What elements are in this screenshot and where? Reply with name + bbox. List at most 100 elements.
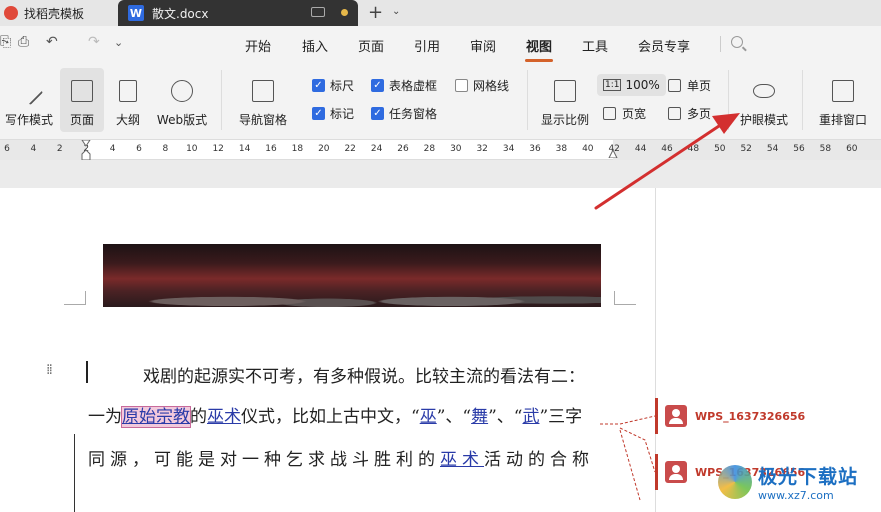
tab-document[interactable]: W 散文.docx xyxy=(118,0,358,26)
ruler-tick-label: 24 xyxy=(370,144,383,154)
checkbox-checked-icon: ✓ xyxy=(312,79,325,92)
user-avatar-icon xyxy=(665,461,687,483)
ruler-tick-label: 38 xyxy=(555,144,568,154)
paragraph-drag-handle-icon[interactable]: ⁞⁞ xyxy=(46,362,53,378)
ruler-tick-label: 40 xyxy=(582,144,594,154)
menu-insert[interactable]: 插入 xyxy=(302,36,328,55)
ruler-tick-label: 44 xyxy=(634,144,647,154)
multi-page-button[interactable]: 多页 xyxy=(668,105,711,122)
writing-mode-label: 写作模式 xyxy=(4,113,53,127)
gridlines-checkbox[interactable]: 网格线 xyxy=(455,77,509,94)
page-view-button[interactable]: 页面 xyxy=(60,68,104,132)
menu-bar: ⎘ ⎙ ↶ ↷ ⌄ 开始 插入 页面 引用 审阅 视图 工具 会员专享 xyxy=(0,26,881,62)
globe-icon xyxy=(171,80,193,102)
monitor-icon[interactable] xyxy=(311,7,325,17)
undo-icon[interactable]: ↶ xyxy=(46,34,58,50)
revision-text[interactable]: 巫术 xyxy=(440,450,484,470)
ruler-tick-label: 58 xyxy=(819,144,832,154)
text-run: 同源，可能是对一种乞求战斗胜利的 xyxy=(88,450,440,470)
task-pane-checkbox[interactable]: ✓ 任务窗格 xyxy=(371,105,437,122)
ruler-tick-label: 14 xyxy=(238,144,251,154)
writing-mode-button[interactable]: 写作模式 xyxy=(2,68,56,132)
more-chevron-icon[interactable]: ⌄ xyxy=(114,36,123,49)
search-icon[interactable] xyxy=(731,36,743,48)
menu-references[interactable]: 引用 xyxy=(414,36,440,55)
indent-marker-icon[interactable] xyxy=(81,140,91,160)
ruler-margin-left xyxy=(0,140,86,160)
redo-icon[interactable]: ↷ xyxy=(88,34,100,50)
revision-text[interactable]: 舞 xyxy=(471,407,488,427)
gridlines-label: 网格线 xyxy=(473,79,510,93)
ruler-tick-label: 6 xyxy=(136,144,142,154)
pen-icon xyxy=(14,76,44,106)
copy-icon[interactable]: ⎘ xyxy=(0,34,11,50)
menu-view[interactable]: 视图 xyxy=(526,36,552,55)
tab-bar: 找稻壳模板 W 散文.docx + ⌄ xyxy=(0,0,881,26)
text-run: 仪式，比如上古中文，“ xyxy=(241,407,420,427)
markup-label: 标记 xyxy=(330,107,355,121)
ruler-checkbox[interactable]: ✓ 标尺 xyxy=(312,77,354,94)
revision-text[interactable]: 巫术 xyxy=(207,407,241,427)
commented-text[interactable]: 原始宗教 xyxy=(121,406,191,428)
revision-text[interactable]: 武 xyxy=(522,407,539,427)
single-page-button[interactable]: 单页 xyxy=(668,77,711,94)
revision-text[interactable]: 巫 xyxy=(420,407,437,427)
single-page-label: 单页 xyxy=(687,79,712,93)
ruler-tick-label: 60 xyxy=(846,144,858,154)
rearrange-window-label: 重排窗口 xyxy=(818,113,867,127)
page-width-label: 页宽 xyxy=(622,107,647,121)
chevron-down-icon[interactable]: ⌄ xyxy=(392,6,400,17)
comment-card[interactable]: WPS_1637326656 xyxy=(655,398,881,434)
ruler-tick-label: 52 xyxy=(740,144,752,154)
markup-checkbox[interactable]: ✓ 标记 xyxy=(312,105,354,122)
checkbox-checked-icon: ✓ xyxy=(312,107,325,120)
menu-page[interactable]: 页面 xyxy=(358,36,384,55)
ruler-tick-label: 26 xyxy=(397,144,409,154)
outline-button[interactable]: 大纲 xyxy=(108,68,148,132)
ruler-tick-label: 12 xyxy=(212,144,224,154)
ribbon-divider xyxy=(221,70,222,130)
horizontal-ruler[interactable]: 6 4 2 2 4 6 8 10 12 14 16 18 20 22 24 26 28 30 32 34 36 38 40 4… xyxy=(0,140,881,160)
paragraph-line-3[interactable]: 同源，可能是对一种乞求战斗胜利的巫术活动的合称 xyxy=(88,445,594,470)
user-avatar-icon xyxy=(665,405,687,427)
menu-home[interactable]: 开始 xyxy=(245,36,271,55)
rearrange-window-button[interactable]: 重排窗口 xyxy=(810,68,876,132)
ruler-tick-label: 34 xyxy=(502,144,515,154)
text-run: 的 xyxy=(190,407,207,427)
nav-pane-button[interactable]: 导航窗格 xyxy=(230,68,296,132)
zoom-100-button[interactable]: 1:1 100% xyxy=(597,74,666,96)
ruler-tick-label: 36 xyxy=(529,144,541,154)
show-ratio-label: 显示比例 xyxy=(540,113,589,127)
paragraph-line-1[interactable]: 戏剧的起源实不可考，有多种假说。比较主流的看法有二： xyxy=(143,362,585,387)
header-image[interactable] xyxy=(103,244,601,307)
menu-tools[interactable]: 工具 xyxy=(582,36,608,55)
ruler-tick-label: 20 xyxy=(318,144,330,154)
paragraph-line-2[interactable]: 一为原始宗教的巫术仪式，比如上古中文，“巫”、“舞”、“武”三字 xyxy=(88,402,582,428)
docer-logo-icon xyxy=(4,6,18,20)
table-gridlines-checkbox[interactable]: ✓ 表格虚框 xyxy=(371,77,437,94)
page-view-label: 页面 xyxy=(69,113,94,127)
page-corner-mark xyxy=(64,291,86,305)
ribbon-divider xyxy=(728,70,729,130)
ruler-tick-label: 10 xyxy=(186,144,198,154)
task-pane-label: 任务窗格 xyxy=(389,107,438,121)
tab-template-store[interactable]: 找稻壳模板 xyxy=(0,0,118,26)
page-icon xyxy=(71,80,93,102)
ruler-tick-label: 56 xyxy=(793,144,805,154)
eye-protection-button[interactable]: 护眼模式 xyxy=(734,68,794,132)
print-preview-icon[interactable]: ⎙ xyxy=(18,34,29,50)
checkbox-checked-icon: ✓ xyxy=(371,107,384,120)
page-width-button[interactable]: 页宽 xyxy=(603,105,646,122)
ruler-tick-label: 28 xyxy=(423,144,436,154)
menu-membership[interactable]: 会员专享 xyxy=(638,36,690,55)
eye-icon xyxy=(753,84,775,98)
text-run: ”、“ xyxy=(488,407,523,427)
revision-margin-bar xyxy=(74,434,75,512)
web-layout-button[interactable]: Web版式 xyxy=(152,68,212,132)
right-indent-marker-icon[interactable] xyxy=(608,148,618,158)
show-ratio-button[interactable]: 显示比例 xyxy=(536,68,594,132)
nav-pane-label: 导航窗格 xyxy=(238,113,287,127)
page-corner-mark xyxy=(614,291,636,305)
menu-review[interactable]: 审阅 xyxy=(470,36,496,55)
new-tab-button[interactable]: + xyxy=(368,2,383,23)
